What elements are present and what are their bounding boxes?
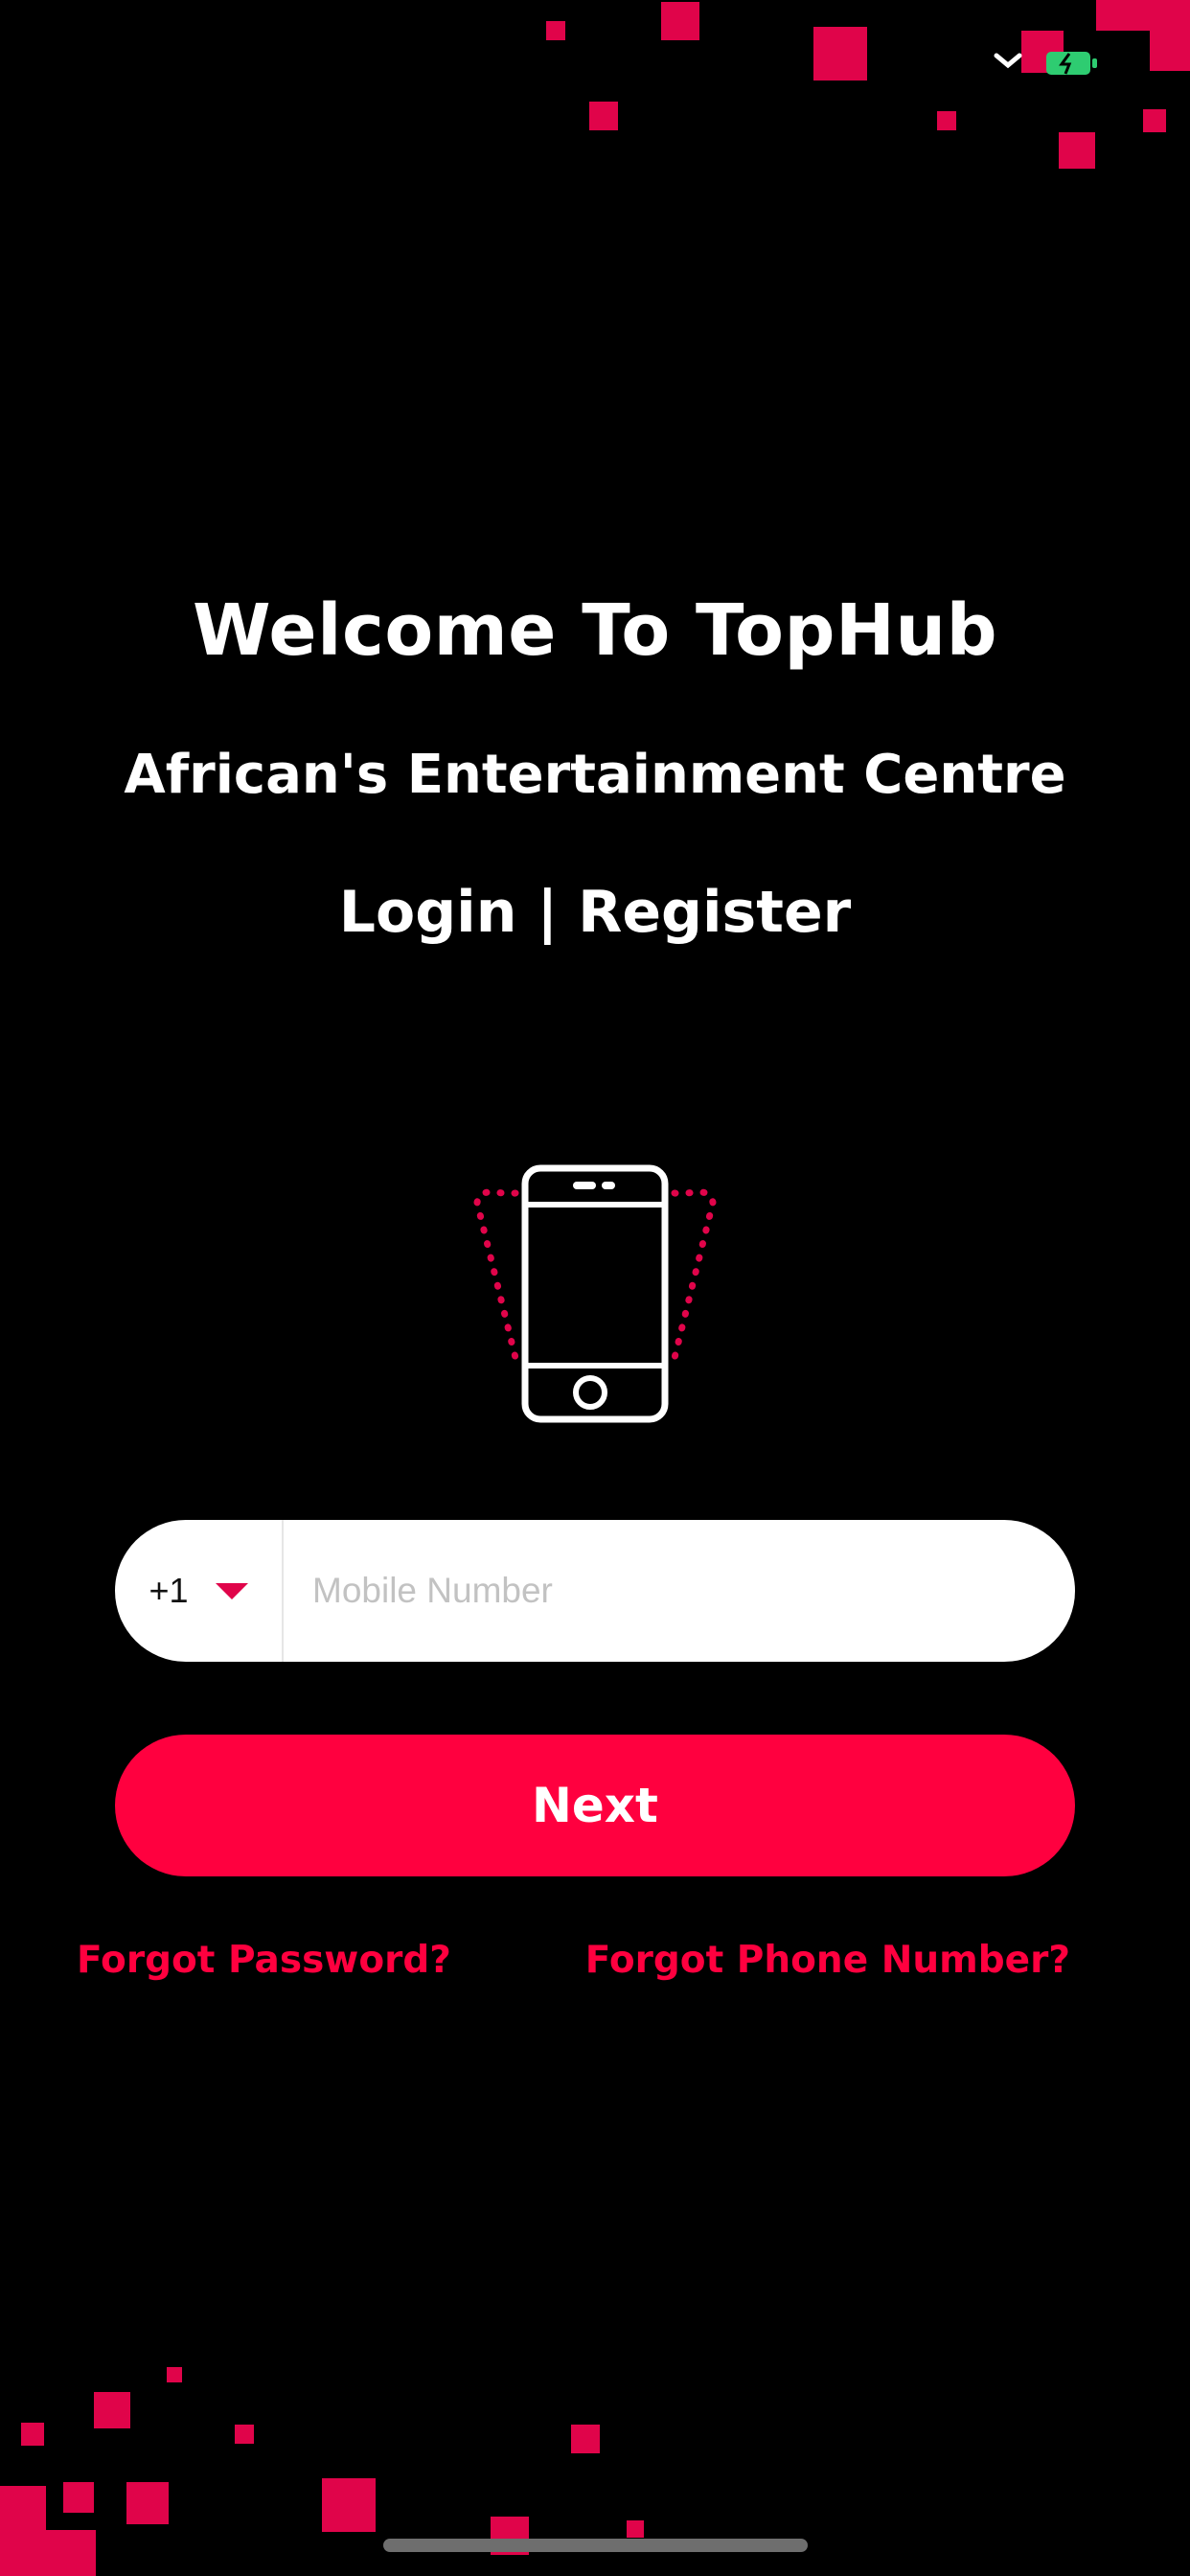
forgot-password-link[interactable]: Forgot Password? (77, 1939, 451, 1982)
decor-square (661, 2, 699, 40)
decor-square (589, 102, 618, 130)
tagline: African's Entertainment Centre (124, 744, 1066, 806)
login-register-heading: Login | Register (338, 879, 852, 946)
wifi-icon (994, 53, 1022, 69)
country-code-selector[interactable]: +1 (115, 1520, 284, 1662)
decor-square (21, 2423, 44, 2446)
decor-square (1059, 132, 1095, 169)
decor-square (0, 2486, 46, 2576)
decor-square (94, 2392, 130, 2428)
decor-square (63, 2482, 94, 2513)
decor-square (46, 2530, 96, 2576)
status-icons (994, 52, 1097, 75)
decor-square (1150, 31, 1190, 71)
welcome-title: Welcome To TopHub (192, 589, 998, 672)
battery-icon (1046, 52, 1097, 75)
decor-square (627, 2520, 644, 2538)
decor-square (937, 111, 956, 130)
decor-square (235, 2425, 254, 2444)
decor-square (546, 21, 565, 40)
forgot-phone-number-link[interactable]: Forgot Phone Number? (585, 1939, 1070, 1982)
decor-square (571, 2425, 600, 2453)
next-button[interactable]: Next (115, 1735, 1075, 1876)
country-code-value: +1 (149, 1571, 189, 1610)
status-bar (989, 38, 1113, 86)
decor-square (322, 2478, 376, 2532)
decor-square (126, 2482, 169, 2524)
mobile-number-form: +1 (115, 1520, 1075, 1662)
home-indicator (383, 2539, 808, 2552)
decor-square (1096, 0, 1190, 31)
mobile-number-input[interactable] (284, 1520, 1075, 1662)
decor-square (167, 2367, 182, 2382)
decor-square (813, 27, 867, 80)
vibrating-phone-icon (469, 1164, 721, 1429)
caret-down-icon (215, 1582, 248, 1599)
decor-square (1143, 109, 1166, 132)
